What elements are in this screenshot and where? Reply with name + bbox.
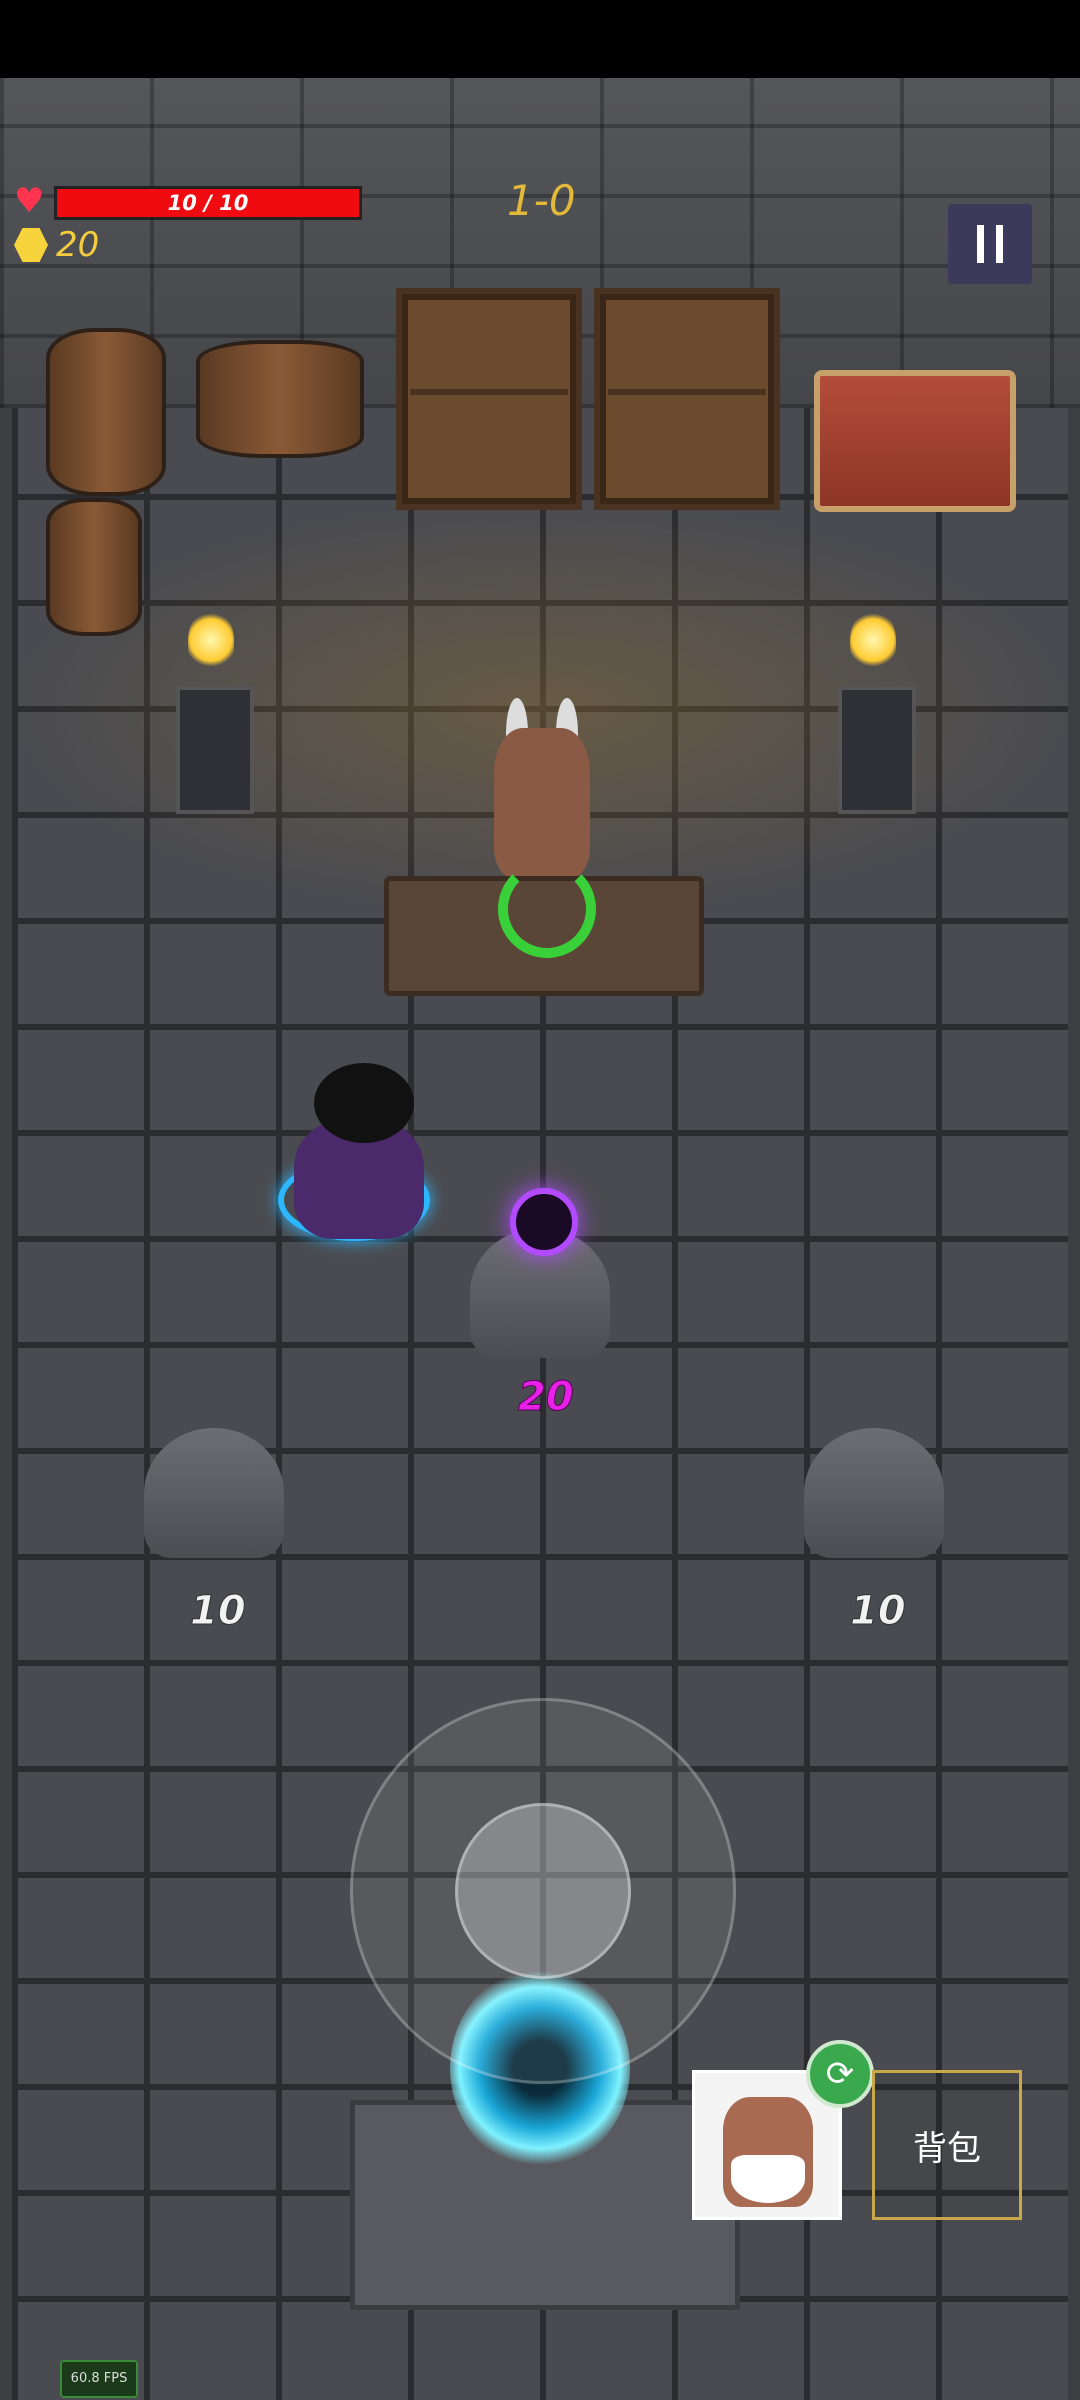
- torch-pillar-right: [838, 686, 916, 814]
- joystick-knob[interactable]: [455, 1803, 631, 1979]
- game-scene: 20 10 10: [0, 78, 1080, 2400]
- coin-count: 20: [56, 225, 100, 265]
- price-right: 10: [850, 1588, 907, 1635]
- health-bar: 10 / 10: [54, 186, 362, 220]
- item-pedestal-right[interactable]: [804, 1428, 944, 1558]
- player-character: [270, 1063, 440, 1263]
- pause-button[interactable]: [948, 204, 1032, 284]
- pause-icon: [977, 225, 984, 263]
- bookshelf: [396, 288, 582, 510]
- price-center: 20: [518, 1374, 575, 1421]
- refresh-icon: ⟳: [825, 2054, 855, 2094]
- price-left: 10: [190, 1588, 247, 1635]
- bag-label: 背包: [913, 2128, 981, 2169]
- merchant-npc[interactable]: [494, 728, 590, 878]
- refresh-icon[interactable]: [498, 860, 596, 958]
- health-text: 10 / 10: [167, 191, 249, 215]
- bookshelf: [594, 288, 780, 510]
- barrel-small: [46, 498, 142, 636]
- status-bar: [0, 0, 1080, 78]
- bag-button[interactable]: 背包: [872, 2070, 1022, 2220]
- flame-icon: [188, 610, 234, 670]
- swap-character-button[interactable]: ⟳: [806, 2040, 874, 2108]
- level-indicator: 1-0: [507, 176, 576, 225]
- fps-counter: 60.8 FPS: [60, 2360, 138, 2398]
- pause-icon: [996, 225, 1003, 263]
- item-pedestal-left[interactable]: [144, 1428, 284, 1558]
- player-hair: [314, 1063, 414, 1143]
- torch-pillar-left: [176, 686, 254, 814]
- character-beard: [731, 2155, 805, 2203]
- barrel: [46, 328, 166, 496]
- barrel-lying: [196, 340, 364, 458]
- treasure-chest[interactable]: [814, 370, 1016, 512]
- heart-icon: ♥: [14, 181, 45, 221]
- flame-icon: [850, 610, 896, 670]
- magic-orb-icon: [510, 1188, 578, 1256]
